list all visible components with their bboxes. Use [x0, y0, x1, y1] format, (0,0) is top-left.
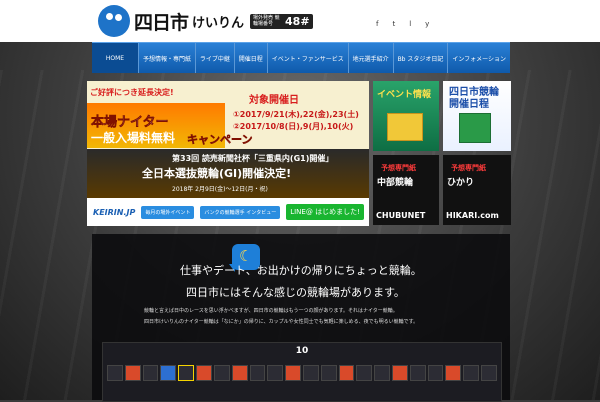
event-info-title: イベント情報: [377, 90, 432, 100]
calendar-day[interactable]: [196, 365, 212, 381]
nav-live[interactable]: ライブ中継: [196, 43, 235, 73]
calendar-row: [107, 365, 497, 395]
youtube-icon[interactable]: y: [425, 20, 429, 28]
site-logo[interactable]: 四日市 けいりん 場外発売 競輪場番号 48#: [98, 4, 313, 38]
calendar-day[interactable]: [160, 365, 177, 381]
monthly-event-link[interactable]: 毎月の場外イベント: [141, 205, 195, 219]
g1-line-2: 全日本選抜競輪(GI)開催決定!: [142, 167, 292, 180]
catch-line-2: 四日市にはそんな感じの競輪場があります。: [186, 286, 405, 299]
chubu-keirin-banner[interactable]: 予想専門紙 中部競輪 CHUBUNET: [373, 155, 439, 225]
calendar-day[interactable]: [445, 365, 462, 381]
site-header: 四日市 けいりん 場外発売 競輪場番号 48# f t l y: [0, 0, 600, 42]
calendar-day[interactable]: [124, 365, 141, 381]
calendar-day[interactable]: [285, 365, 301, 381]
badge-number: 48#: [285, 14, 310, 28]
social-links: f t l y: [376, 20, 429, 28]
nav-schedule[interactable]: 開催日程: [235, 43, 268, 73]
nav-home[interactable]: HOME: [92, 43, 139, 73]
night-keirin-panel: ☾ 仕事やデート、お出かけの帰りにちょっと競輪。 四日市にはそんな感じの競輪場が…: [92, 234, 510, 402]
race-schedule-banner[interactable]: 四日市競輪 開催日程: [443, 81, 511, 151]
chubu-title: 中部競輪: [377, 178, 414, 188]
calendar-day[interactable]: [142, 365, 159, 381]
calendar-day[interactable]: [231, 365, 248, 381]
night-race-campaign-banner[interactable]: ご好評につき延長決定! 本場ナイター 一般入場料無料 対象開催日 ①2017/9…: [87, 81, 369, 226]
banner-title-line1: 本場ナイター: [91, 115, 169, 131]
race-schedule-title: 四日市競輪 開催日程: [449, 87, 499, 110]
calendar-day[interactable]: [249, 365, 266, 381]
calendar-day-today[interactable]: [178, 365, 195, 381]
gift-box-icon: [387, 113, 423, 141]
facebook-icon[interactable]: f: [376, 20, 378, 28]
badge-text: 場外発売 競輪場番号: [253, 15, 280, 27]
calendar-day[interactable]: [409, 365, 426, 381]
date-heading: 対象開催日: [249, 95, 299, 106]
logo-kanji: 四日市: [134, 11, 189, 34]
calendar-day[interactable]: [392, 365, 408, 381]
hikari-banner[interactable]: 予想専門紙 ひかり HIKARI.com: [443, 155, 511, 225]
line-icon[interactable]: l: [409, 20, 411, 28]
hikari-footer: HIKARI.com: [446, 211, 499, 220]
calendar-day[interactable]: [320, 365, 337, 381]
mascot-icon: [98, 5, 130, 37]
nav-information[interactable]: インフォメーション: [448, 43, 510, 73]
twitter-icon[interactable]: t: [392, 20, 395, 28]
nav-studio-diary[interactable]: Bb スタジオ日記: [394, 43, 449, 73]
nav-predictions[interactable]: 予想情報・専門紙: [139, 43, 196, 73]
banner-links: KEIRIN.JP 毎月の場外イベント バンクの競輪選手 インタビュー LINE…: [87, 198, 369, 226]
rider-interview-link[interactable]: バンクの競輪選手 インタビュー: [200, 205, 281, 219]
calendar-day[interactable]: [356, 365, 373, 381]
keirin-jp-link[interactable]: KEIRIN.JP: [93, 208, 135, 217]
chubu-label: 予想専門紙: [381, 164, 416, 172]
venue-badge: 場外発売 競輪場番号 48#: [250, 13, 313, 29]
line-at-link[interactable]: LINE@ はじめました!: [286, 204, 364, 220]
calendar-day[interactable]: [213, 365, 230, 381]
calendar-day[interactable]: [267, 365, 284, 381]
calendar-icon: [459, 113, 491, 143]
calendar-day[interactable]: [463, 365, 480, 381]
g1-line-3: 2018年 2月9日(金)〜12日(月・祝): [172, 186, 268, 193]
calendar-day[interactable]: [107, 365, 123, 381]
date-line-1: ①2017/9/21(木),22(金),23(土): [233, 110, 359, 119]
race-calendar: 10: [102, 342, 502, 402]
banner-campaign: キャンペーン: [187, 133, 253, 147]
logo-kana: けいりん: [192, 15, 245, 31]
g1-line-1: 第33回 読売新聞社杯「三重県内(G1)開催」: [172, 154, 334, 163]
hikari-label: 予想専門紙: [451, 164, 486, 172]
banner-title-line2: 一般入場料無料: [91, 131, 176, 145]
banner-lead: ご好評につき延長決定!: [90, 88, 174, 97]
catch-line-1: 仕事やデート、お出かけの帰りにちょっと競輪。: [180, 264, 422, 277]
calendar-day[interactable]: [427, 365, 444, 381]
description-line-1: 競輪と言えば日中のレースを思い浮かべますが、四日市の競輪はもう一つの顔があります…: [144, 308, 398, 314]
calendar-month: 10: [295, 346, 309, 356]
main-nav: HOME 予想情報・専門紙 ライブ中継 開催日程 イベント・ファンサービス 地元…: [92, 42, 510, 73]
calendar-day[interactable]: [338, 365, 355, 381]
description-line-2: 四日市けいりんのナイター競輪は「なにか」の帰りに、カップルや女性同士でも気軽に楽…: [144, 319, 419, 325]
calendar-day[interactable]: [481, 365, 497, 381]
event-info-banner[interactable]: イベント情報: [373, 81, 439, 151]
calendar-day[interactable]: [302, 365, 319, 381]
hikari-title: ひかり: [447, 178, 475, 188]
nav-local-riders[interactable]: 地元選手紹介: [349, 43, 394, 73]
calendar-day[interactable]: [374, 365, 390, 381]
chubu-footer: CHUBUNET: [376, 211, 426, 220]
nav-events[interactable]: イベント・ファンサービス: [268, 43, 349, 73]
